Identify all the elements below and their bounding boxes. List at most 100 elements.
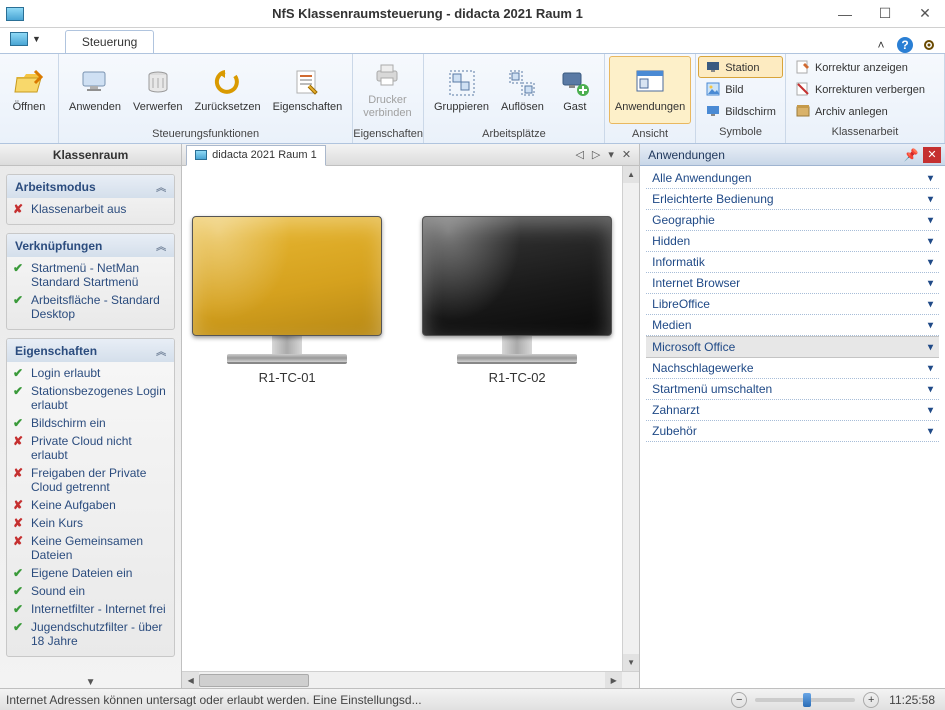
- application-category[interactable]: Internet Browser▾: [646, 273, 939, 294]
- application-category[interactable]: Startmenü umschalten▾: [646, 379, 939, 400]
- section-arbeitsmodus[interactable]: Arbeitsmodus︽ ✘Klassenarbeit aus: [6, 174, 175, 225]
- cross-icon: ✘: [13, 498, 27, 512]
- property-item[interactable]: ✘Kein Kurs: [13, 514, 168, 532]
- chevron-up-icon: ︽: [156, 343, 166, 358]
- symbols-screen-button[interactable]: Bildschirm: [698, 100, 783, 122]
- property-item[interactable]: ✔Sound ein: [13, 582, 168, 600]
- discard-button[interactable]: Verwerfen: [127, 56, 189, 124]
- open-button[interactable]: Öffnen: [4, 56, 54, 124]
- scroll-up-icon[interactable]: ▲: [623, 166, 639, 183]
- property-item[interactable]: ✔Eigene Dateien ein: [13, 564, 168, 582]
- tab-next-icon[interactable]: ▷: [592, 148, 600, 161]
- application-category[interactable]: Informatik▾: [646, 252, 939, 273]
- vertical-scrollbar[interactable]: ▲ ▼: [622, 166, 639, 671]
- tab-close-icon[interactable]: ✕: [622, 148, 631, 161]
- maximize-button[interactable]: ☐: [865, 0, 905, 28]
- tab-dropdown-icon[interactable]: ▾: [608, 148, 614, 161]
- property-item[interactable]: ✔Login erlaubt: [13, 364, 168, 382]
- application-category[interactable]: Medien▾: [646, 315, 939, 336]
- options-icon[interactable]: [921, 37, 937, 53]
- application-category[interactable]: Geographie▾: [646, 210, 939, 231]
- property-item[interactable]: ✔Arbeitsfläche - Standard Desktop: [13, 291, 168, 323]
- group-functions-label: Steuerungsfunktionen: [59, 126, 352, 143]
- minimize-button[interactable]: —: [825, 0, 865, 28]
- hide-corrections-button[interactable]: Korrekturen verbergen: [788, 78, 942, 100]
- scroll-down-icon[interactable]: ▼: [86, 677, 96, 688]
- symbols-station-button[interactable]: Station: [698, 56, 783, 78]
- property-item[interactable]: ✘Freigaben der Private Cloud getrennt: [13, 464, 168, 496]
- check-icon: ✔: [13, 293, 27, 307]
- document-tab[interactable]: didacta 2021 Raum 1: [186, 145, 326, 166]
- section-verknuepfungen[interactable]: Verknüpfungen︽ ✔Startmenü - NetMan Stand…: [6, 233, 175, 330]
- application-category[interactable]: Microsoft Office ▾: [646, 336, 939, 358]
- ribbon-tabstrip: ▼ Steuerung ˄ ?: [0, 28, 945, 54]
- quick-access-toolbar[interactable]: ▼: [4, 28, 47, 53]
- ungroup-button[interactable]: Auflösen: [495, 56, 550, 124]
- station-item[interactable]: R1-TC-02: [422, 216, 612, 661]
- symbols-image-button[interactable]: Bild: [698, 78, 783, 100]
- close-button[interactable]: ✕: [905, 0, 945, 28]
- main-area: Klassenraum Arbeitsmodus︽ ✘Klassenarbeit…: [0, 144, 945, 688]
- chevron-down-icon: ▾: [928, 173, 933, 184]
- stations-canvas[interactable]: R1-TC-01R1-TC-02: [182, 166, 622, 671]
- tab-steuerung[interactable]: Steuerung: [65, 30, 154, 53]
- help-icon[interactable]: ?: [897, 37, 913, 53]
- applications-button[interactable]: Anwendungen: [609, 56, 691, 124]
- image-label: Bild: [725, 84, 743, 97]
- section-title: Eigenschaften: [15, 344, 97, 358]
- property-item[interactable]: ✔Stationsbezogenes Login erlaubt: [13, 382, 168, 414]
- property-item[interactable]: ✘Klassenarbeit aus: [13, 200, 168, 218]
- property-item[interactable]: ✔Internetfilter - Internet frei: [13, 600, 168, 618]
- property-item[interactable]: ✔Jugendschutzfilter - über 18 Jahre: [13, 618, 168, 650]
- property-item[interactable]: ✔Bildschirm ein: [13, 414, 168, 432]
- create-archive-button[interactable]: Archiv anlegen: [788, 100, 942, 122]
- category-label: Internet Browser: [652, 276, 740, 290]
- zoom-in-button[interactable]: +: [863, 692, 879, 708]
- guest-button[interactable]: Gast: [550, 56, 600, 124]
- station-item[interactable]: R1-TC-01: [192, 216, 382, 661]
- zoom-slider-knob[interactable]: [803, 693, 811, 707]
- connect-printer-button[interactable]: Drucker verbinden: [357, 56, 417, 124]
- scroll-right-icon[interactable]: ▶: [605, 672, 622, 688]
- category-label: Zahnarzt: [652, 403, 699, 417]
- scroll-down-icon[interactable]: ▼: [623, 654, 639, 671]
- horizontal-scrollbar[interactable]: ◀ ▶: [182, 671, 639, 688]
- chevron-down-icon: ▾: [928, 342, 933, 353]
- folder-open-icon: [13, 67, 45, 99]
- property-label: Private Cloud nicht erlaubt: [31, 434, 168, 462]
- section-eigenschaften[interactable]: Eigenschaften ︽ ✔Login erlaubt✔Stationsbe…: [6, 338, 175, 657]
- qat-dropdown-icon[interactable]: ▼: [32, 34, 41, 44]
- cross-icon: ✘: [13, 516, 27, 530]
- category-label: Microsoft Office: [652, 340, 735, 354]
- group-button[interactable]: Gruppieren: [428, 56, 495, 124]
- property-item[interactable]: ✘Keine Gemeinsamen Dateien: [13, 532, 168, 564]
- application-category[interactable]: Zahnarzt▾: [646, 400, 939, 421]
- scroll-left-icon[interactable]: ◀: [182, 672, 199, 688]
- application-category[interactable]: Hidden▾: [646, 231, 939, 252]
- zoom-slider[interactable]: [755, 698, 855, 702]
- tab-prev-icon[interactable]: ◁: [575, 148, 583, 161]
- show-correction-label: Korrektur anzeigen: [815, 62, 908, 75]
- properties-button[interactable]: Eigenschaften: [267, 56, 349, 124]
- app-menu-icon[interactable]: [10, 32, 28, 46]
- apply-button[interactable]: Anwenden: [63, 56, 127, 124]
- reset-button[interactable]: Zurücksetzen: [189, 56, 267, 124]
- property-item[interactable]: ✘Private Cloud nicht erlaubt: [13, 432, 168, 464]
- category-label: Hidden: [652, 234, 690, 248]
- ribbon-collapse-icon[interactable]: ˄: [873, 37, 889, 53]
- show-correction-button[interactable]: Korrektur anzeigen: [788, 56, 942, 78]
- pin-icon[interactable]: 📌: [903, 148, 919, 162]
- application-category[interactable]: Alle Anwendungen▾: [646, 168, 939, 189]
- image-icon: [706, 82, 720, 96]
- property-label: Bildschirm ein: [31, 416, 106, 430]
- property-item[interactable]: ✔Startmenü - NetMan Standard Startmenü: [13, 259, 168, 291]
- application-category[interactable]: Nachschlagewerke▾: [646, 358, 939, 379]
- application-category[interactable]: Erleichterte Bedienung▾: [646, 189, 939, 210]
- zoom-out-button[interactable]: −: [731, 692, 747, 708]
- scroll-thumb[interactable]: [199, 674, 309, 687]
- property-label: Eigene Dateien ein: [31, 566, 132, 580]
- property-item[interactable]: ✘Keine Aufgaben: [13, 496, 168, 514]
- application-category[interactable]: LibreOffice▾: [646, 294, 939, 315]
- application-category[interactable]: Zubehör▾: [646, 421, 939, 442]
- panel-close-button[interactable]: ✕: [923, 147, 941, 163]
